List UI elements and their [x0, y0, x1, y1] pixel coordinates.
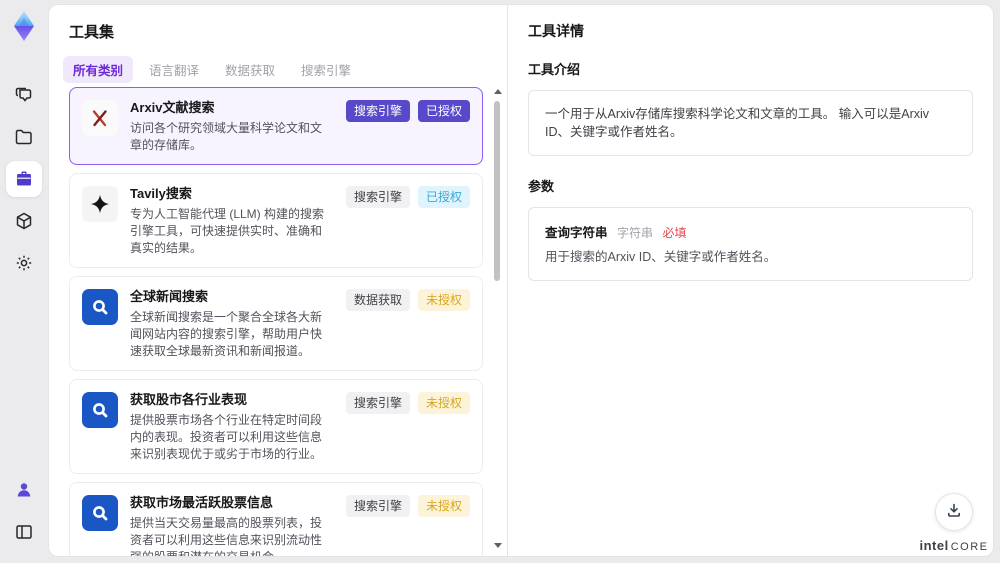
sidebar-item-packages[interactable] [6, 203, 42, 239]
auth-status-badge: 未授权 [417, 495, 470, 517]
category-tab[interactable]: 语言翻译 [139, 56, 209, 83]
corner-widgets: intel CORE [918, 493, 990, 555]
gear-icon [14, 253, 34, 273]
tool-icon [82, 100, 118, 136]
category-badge: 搜索引擎 [345, 100, 410, 122]
auth-status-badge: 未授权 [417, 392, 470, 414]
details-title: 工具详情 [528, 23, 584, 39]
tool-icon [82, 289, 118, 325]
tools-panel-title: 工具集 [69, 24, 115, 41]
intro-box: 一个用于从Arxiv存储库搜索科学论文和文章的工具。 输入可以是Arxiv ID… [528, 90, 973, 156]
search-logo-icon [93, 506, 108, 521]
category-badge: 搜索引擎 [345, 495, 410, 517]
sidebar-item-toolbox[interactable] [6, 161, 42, 197]
scroll-up-arrow-icon[interactable] [494, 89, 502, 94]
intro-heading: 工具介绍 [528, 62, 581, 77]
download-icon [946, 502, 962, 523]
tool-card[interactable]: Arxiv文献搜索 访问各个研究领域大量科学论文和文章的存储库。 搜索引擎 已授… [69, 87, 483, 165]
layout-panel-icon [14, 522, 34, 542]
category-tab-label: 数据获取 [225, 64, 276, 78]
tool-name: 获取市场最活跃股票信息 [130, 495, 274, 510]
category-tab[interactable]: 数据获取 [215, 56, 285, 83]
param-type: 字符串 [617, 226, 654, 240]
param-row: 查询字符串 字符串 必填 用于搜索的Arxiv ID、关键字或作者姓名。 [545, 222, 956, 266]
tool-description: 访问各个研究领域大量科学论文和文章的存储库。 [130, 121, 323, 152]
sidebar [0, 0, 48, 563]
briefcase-icon [14, 169, 34, 189]
search-logo-icon [93, 403, 108, 418]
param-description: 用于搜索的Arxiv ID、关键字或作者姓名。 [545, 250, 777, 264]
auth-status-badge: 已授权 [417, 186, 470, 208]
param-box: 查询字符串 字符串 必填 用于搜索的Arxiv ID、关键字或作者姓名。 [528, 207, 973, 281]
tool-card[interactable]: Tavily搜索 专为人工智能代理 (LLM) 构建的搜索引擎工具，可快速提供实… [69, 173, 483, 268]
param-required-flag: 必填 [662, 226, 687, 240]
intel-core-logo: intel CORE [919, 538, 989, 553]
tool-card[interactable]: 获取市场最活跃股票信息 提供当天交易量最高的股票列表，投资者可以利用这些信息来识… [69, 482, 483, 556]
tool-icon [82, 186, 118, 222]
user-icon [14, 480, 34, 500]
arxiv-icon [92, 110, 107, 127]
tool-description: 提供股票市场各个行业在特定时间段内的表现。投资者可以利用这些信息来识别表现优于或… [130, 413, 323, 461]
sidebar-item-settings[interactable] [6, 245, 42, 281]
tool-details-panel: 工具详情 工具介绍 一个用于从Arxiv存储库搜索科学论文和文章的工具。 输入可… [508, 5, 993, 556]
tool-name: 获取股市各行业表现 [130, 392, 248, 407]
sidebar-item-chat[interactable] [6, 77, 42, 113]
tool-icon [82, 495, 118, 531]
app-logo-gem-icon[interactable] [7, 8, 41, 46]
folder-icon [14, 127, 34, 147]
tool-icon [82, 392, 118, 428]
category-tabs: 所有类别 语言翻译 数据获取 搜索引擎 [49, 42, 507, 91]
category-tab-label: 所有类别 [73, 64, 124, 78]
category-badge: 数据获取 [345, 289, 410, 311]
sidebar-item-files[interactable] [6, 119, 42, 155]
main-content: 工具集 所有类别 语言翻译 数据获取 搜索引擎 Arxiv文献搜索 访问各个研究… [48, 4, 994, 557]
search-logo-icon [93, 300, 108, 315]
category-tab[interactable]: 搜索引擎 [291, 56, 361, 83]
tool-card[interactable]: 获取股市各行业表现 提供股票市场各个行业在特定时间段内的表现。投资者可以利用这些… [69, 379, 483, 474]
tool-name: Arxiv文献搜索 [130, 100, 215, 115]
download-button[interactable] [935, 493, 973, 531]
tavily-star-icon [90, 194, 110, 214]
category-tab-label: 搜索引擎 [301, 64, 352, 78]
tool-description: 专为人工智能代理 (LLM) 构建的搜索引擎工具，可快速提供实时、准确和真实的结… [130, 207, 325, 255]
tool-name: Tavily搜索 [130, 186, 192, 201]
tool-card[interactable]: 全球新闻搜索 全球新闻搜索是一个聚合全球各大新闻网站内容的搜索引擎，帮助用户快速… [69, 276, 483, 371]
category-tab[interactable]: 所有类别 [63, 56, 134, 83]
category-badge: 搜索引擎 [345, 392, 410, 414]
tool-description: 全球新闻搜索是一个聚合全球各大新闻网站内容的搜索引擎，帮助用户快速获取全球最新资… [130, 310, 323, 358]
scrollbar-thumb[interactable] [494, 101, 500, 281]
tools-panel: 工具集 所有类别 语言翻译 数据获取 搜索引擎 Arxiv文献搜索 访问各个研究… [49, 5, 507, 556]
params-heading: 参数 [528, 179, 555, 194]
sidebar-item-user[interactable] [6, 472, 42, 508]
param-name: 查询字符串 [545, 226, 608, 240]
tool-description: 提供当天交易量最高的股票列表，投资者可以利用这些信息来识别流动性强的股票和潜在的… [130, 516, 323, 556]
tool-name: 全球新闻搜索 [130, 289, 209, 304]
category-tab-label: 语言翻译 [149, 64, 200, 78]
auth-status-badge: 未授权 [417, 289, 470, 311]
intro-text: 一个用于从Arxiv存储库搜索科学论文和文章的工具。 输入可以是Arxiv ID… [545, 107, 930, 139]
auth-status-badge: 已授权 [417, 100, 470, 122]
scroll-down-arrow-icon[interactable] [494, 543, 502, 548]
chat-icon [14, 85, 34, 105]
cube-icon [14, 211, 34, 231]
tool-list: Arxiv文献搜索 访问各个研究领域大量科学论文和文章的存储库。 搜索引擎 已授… [69, 87, 483, 556]
tool-list-scrollbar[interactable] [493, 89, 502, 548]
sidebar-item-collapse[interactable] [6, 514, 42, 550]
category-badge: 搜索引擎 [345, 186, 410, 208]
